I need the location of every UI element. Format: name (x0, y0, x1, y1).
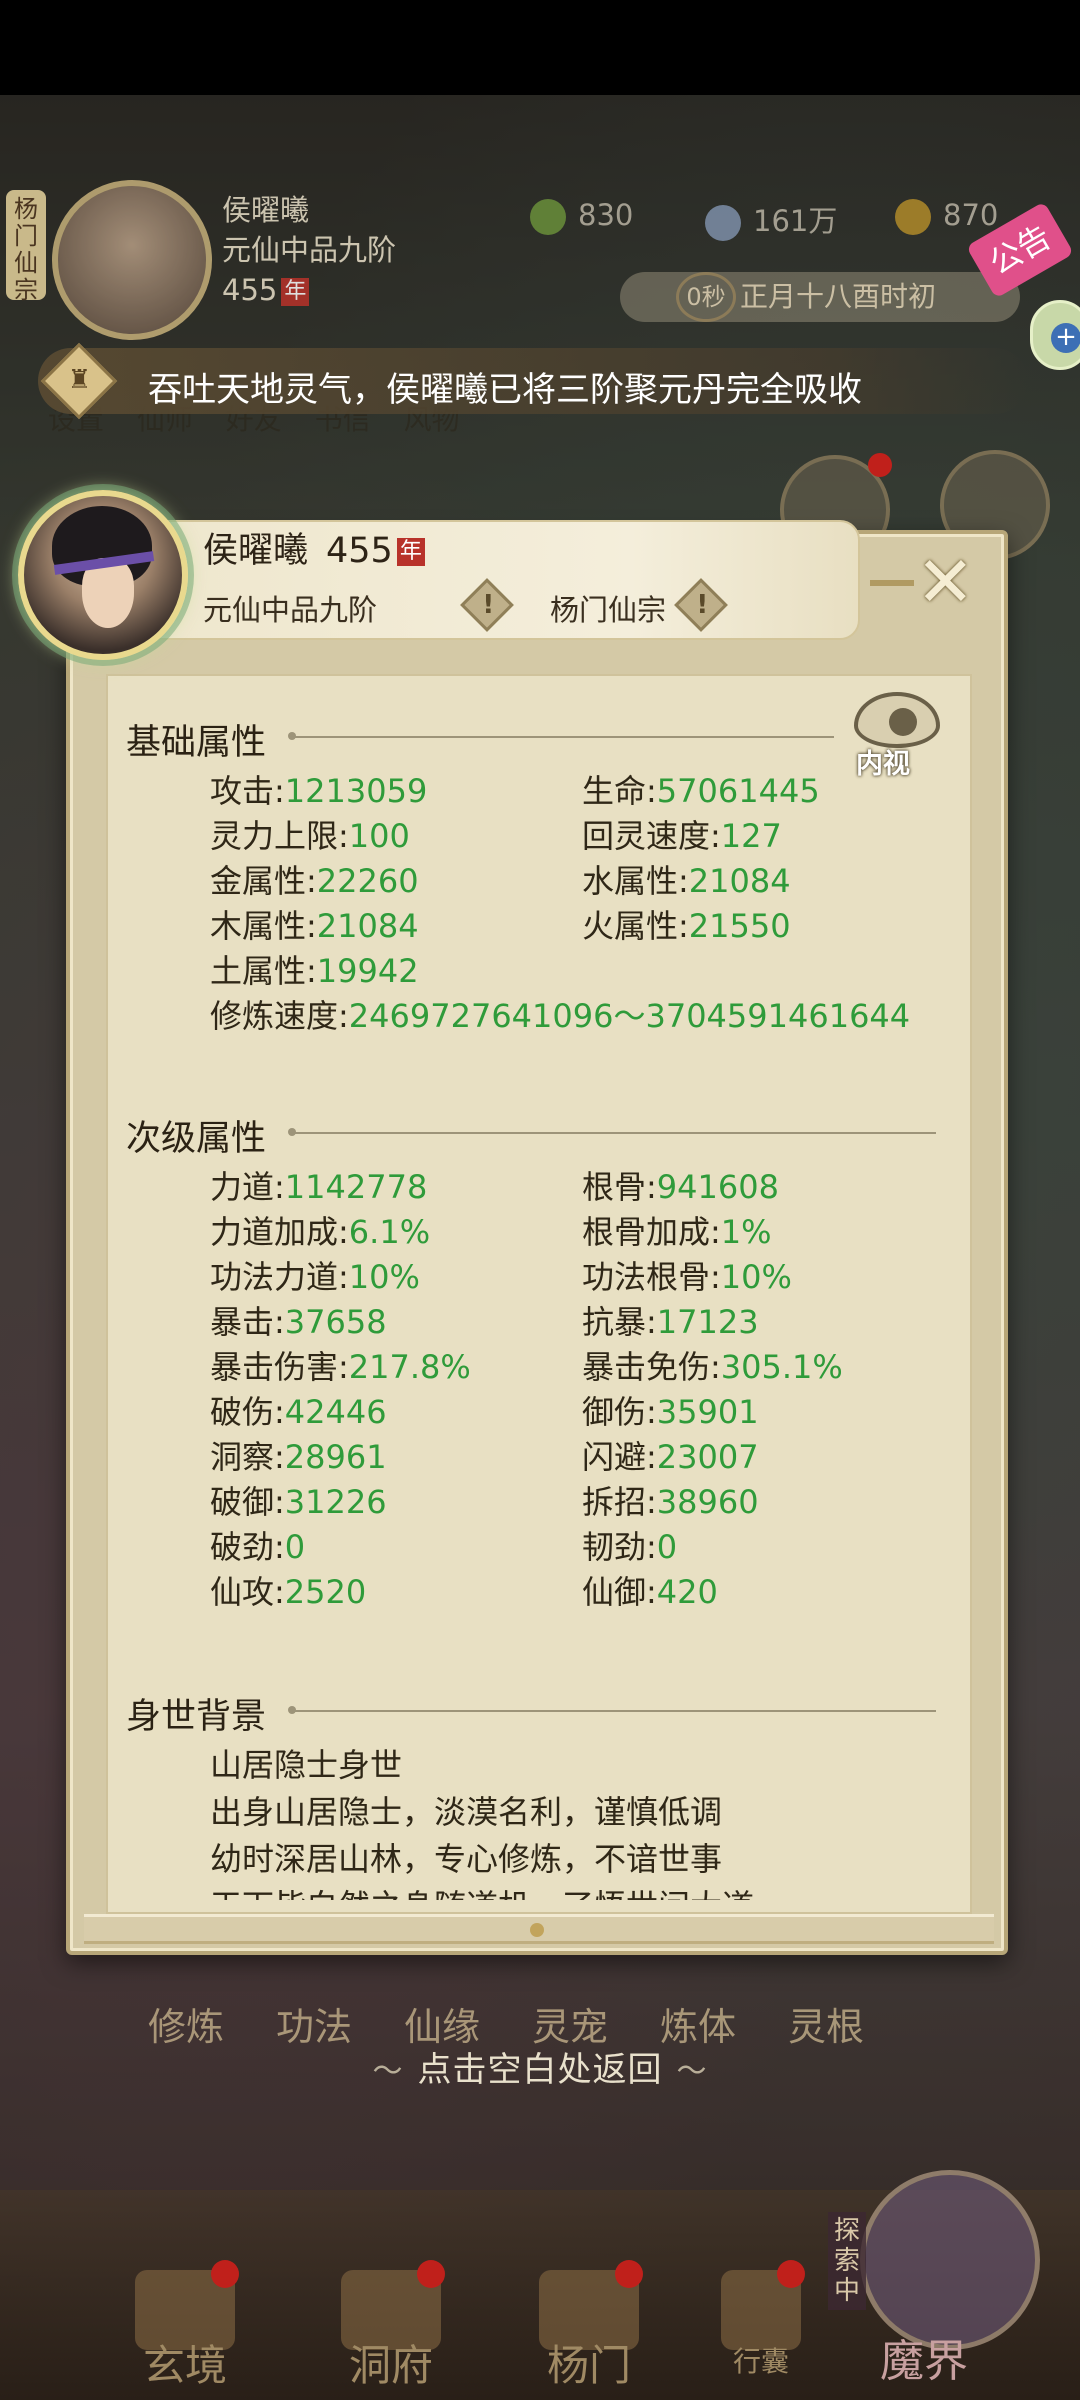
section-divider (288, 1128, 936, 1136)
attr-cultivation-speed: 修炼速度:2469727641096～3704591461644 (210, 997, 911, 1035)
hud-sect-tag[interactable]: 杨门仙宗 (6, 190, 46, 304)
character-name-line: 侯曜曦 455 年 (203, 522, 425, 573)
plus-icon: + (1051, 323, 1080, 353)
attr-hp: 生命:57061445 (582, 772, 820, 810)
background-title: 身世背景 (126, 1697, 267, 1737)
attr-immortal-attack: 仙攻:2520 (210, 1573, 367, 1611)
background-line: 山居隐士身世 (210, 1746, 403, 1784)
hud-avatar[interactable] (52, 180, 212, 340)
return-hint-text: 点击空白处返回 (417, 2050, 663, 2090)
inner-view-label: 内视 (856, 749, 910, 780)
panel-bottom-rail (84, 1914, 994, 1944)
attr-insight: 洞察:28961 (210, 1438, 387, 1476)
coin-icon (705, 205, 741, 241)
leaf-icon (530, 199, 566, 235)
demon-realm-label: 魔界 (880, 2336, 968, 2387)
attr-constitution: 根骨:941608 (582, 1168, 779, 1206)
hud-player-rank: 元仙中品九阶 (222, 233, 397, 267)
nav-label: 洞府 (348, 2341, 433, 2390)
side-add-button[interactable]: + (1030, 300, 1080, 370)
section-divider (288, 732, 834, 740)
ingot-icon (895, 199, 931, 235)
nav-bag[interactable]: 行囊 (706, 2260, 816, 2390)
tap-to-return-hint[interactable]: 〜点击空白处返回〜 (0, 2042, 1080, 2091)
hud-player-name: 侯曜曦 (222, 193, 310, 227)
attr-crit: 暴击:37658 (210, 1303, 387, 1341)
bag-icon (721, 2260, 805, 2350)
attr-tenacity: 韧劲:0 (582, 1528, 678, 1566)
attr-water: 水属性:21084 (582, 862, 791, 900)
attributes-scroll-area[interactable]: 基础属性 内视 攻击:1213059 生命:57061445 灵力上限:100 … (104, 670, 964, 1900)
attr-constitution-bonus: 根骨加成:1% (582, 1213, 772, 1251)
background-line: 幼时深居山林，专心修炼，不谙世事 (210, 1840, 723, 1878)
attr-spirit-max: 灵力上限:100 (210, 817, 410, 855)
attr-wood: 木属性:21084 (210, 907, 419, 945)
attr-crit-resist: 抗暴:17123 (582, 1303, 759, 1341)
attr-skill-strength: 功法力道:10% (210, 1258, 420, 1296)
gold-resource[interactable]: 870 (895, 198, 998, 235)
close-icon: ✕ (916, 541, 975, 623)
notice-message: 吞吐天地灵气，侯曜曦已将三阶聚元丹完全吸收 (148, 370, 862, 410)
background-line: 天下皆白然之身随道机，了悟世间大道 (210, 1881, 754, 1900)
coin-resource[interactable]: 161万 (705, 198, 837, 241)
attr-skill-constitution: 功法根骨:10% (582, 1258, 792, 1296)
hud-player-age: 455 (222, 273, 278, 307)
attr-immortal-defense: 仙御:420 (582, 1573, 718, 1611)
nav-label: 杨门 (546, 2341, 631, 2390)
attr-strength: 力道:1142778 (210, 1168, 428, 1206)
character-avatar (18, 490, 188, 660)
inner-view-button[interactable]: 内视 (852, 692, 942, 782)
eye-pupil (889, 708, 917, 736)
attr-strength-bonus: 力道加成:6.1% (210, 1213, 431, 1251)
character-rank: 元仙中品九阶 (203, 593, 378, 627)
nav-xuanjing[interactable]: 玄境 (120, 2260, 250, 2390)
secondary-attributes-title: 次级属性 (126, 1119, 267, 1159)
time-bar: 0秒 正月十八酉时初 (620, 272, 1020, 322)
demon-realm-portal[interactable] (860, 2170, 1040, 2350)
attr-metal: 金属性:22260 (210, 862, 419, 900)
swirl-left-icon: 〜 (372, 2054, 404, 2089)
eye-icon (854, 692, 940, 748)
attr-attack: 攻击:1213059 (210, 772, 428, 810)
notice-bar: 吞吐天地灵气，侯曜曦已将三阶聚元丹完全吸收 (38, 342, 1028, 420)
attr-spirit-regen: 回灵速度:127 (582, 817, 782, 855)
attr-damage-guard: 御伤:35901 (582, 1393, 759, 1431)
attr-earth: 土属性:19942 (210, 952, 419, 990)
year-badge: 年 (396, 538, 425, 566)
jade-count: 830 (578, 198, 634, 232)
attr-pierce: 破伤:42446 (210, 1393, 387, 1431)
top-hud: 杨门仙宗 侯曜曦 元仙中品九阶 455 年 830 161万 870 0秒 正月十… (0, 180, 1080, 350)
status-bar (0, 0, 1080, 95)
attr-break-tenacity: 破劲:0 (210, 1528, 306, 1566)
attr-crit-damage: 暴击伤害:217.8% (210, 1348, 471, 1386)
year-badge: 年 (281, 278, 310, 306)
nav-label: 行囊 (732, 2345, 789, 2378)
nav-yangmen[interactable]: 杨门 (524, 2260, 654, 2390)
character-name: 侯曜曦 (203, 531, 309, 571)
attr-break-defense: 破御:31226 (210, 1483, 387, 1521)
game-date: 正月十八酉时初 (740, 280, 937, 313)
bell-icon (40, 342, 118, 420)
exploring-tag: 探索中 (828, 2212, 866, 2310)
close-button[interactable]: ✕ (870, 542, 994, 622)
basic-attributes-title: 基础属性 (126, 723, 267, 763)
gold-count: 870 (943, 198, 999, 232)
jade-resource[interactable]: 830 (530, 198, 633, 235)
attr-parry: 拆招:38960 (582, 1483, 759, 1521)
nav-dongfu[interactable]: 洞府 (326, 2260, 456, 2390)
attr-crit-damage-reduction: 暴击免伤:305.1% (582, 1348, 843, 1386)
timer: 0秒 (676, 272, 736, 322)
character-sect: 杨门仙宗 (550, 593, 667, 627)
swirl-right-icon: 〜 (676, 2054, 708, 2089)
character-age: 455 (326, 531, 393, 571)
background-line: 出身山居隐士，淡漠名利，谨慎低调 (210, 1793, 723, 1831)
section-divider (288, 1706, 936, 1714)
coin-count: 161万 (753, 204, 838, 238)
attr-dodge: 闪避:23007 (582, 1438, 759, 1476)
nav-label: 玄境 (142, 2341, 227, 2390)
attr-fire: 火属性:21550 (582, 907, 791, 945)
hud-player-info: 侯曜曦 元仙中品九阶 455 年 (222, 190, 396, 310)
